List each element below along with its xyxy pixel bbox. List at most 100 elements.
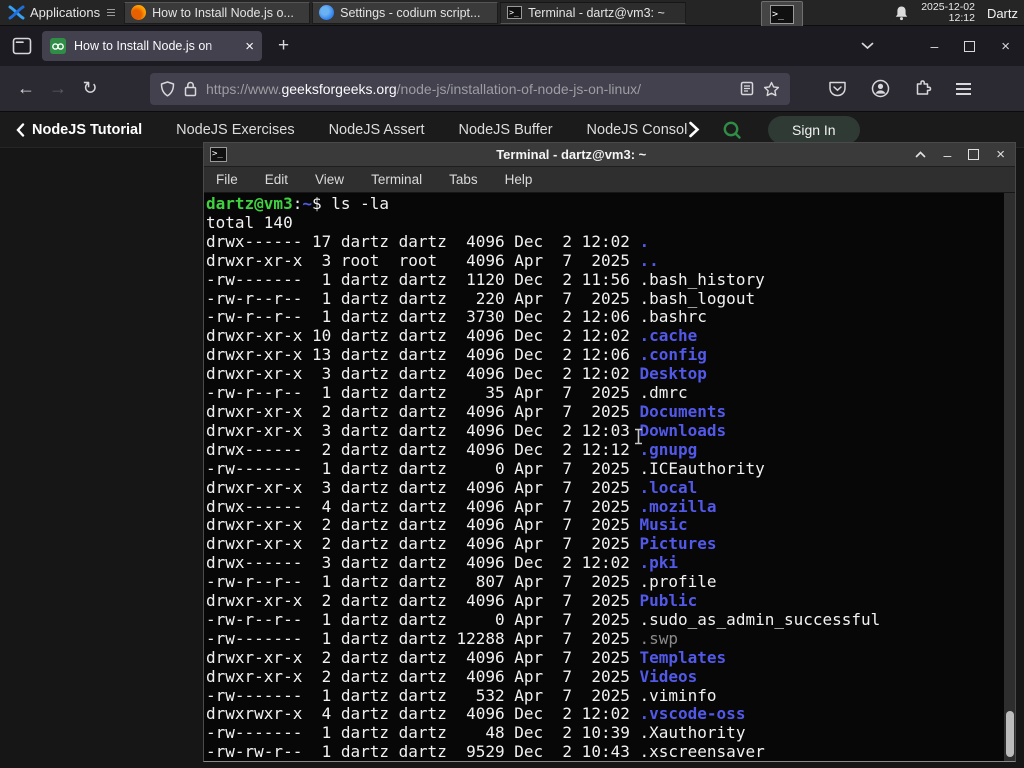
window-controls: – × bbox=[861, 26, 1024, 66]
nav-link-nodejs-exercises[interactable]: NodeJS Exercises bbox=[176, 122, 294, 138]
terminal-line: drwx------ 3 dartz dartz 4096 Dec 2 12:0… bbox=[206, 553, 679, 573]
terminal-launcher[interactable]: >_ bbox=[761, 1, 803, 27]
terminal-menu-tabs[interactable]: Tabs bbox=[449, 172, 478, 187]
terminal-line: drwxr-xr-x 3 dartz dartz 4096 Dec 2 12:0… bbox=[206, 364, 707, 384]
nav-link-nodejs-buffer[interactable]: NodeJS Buffer bbox=[459, 122, 553, 138]
directory-name: Public bbox=[639, 591, 698, 611]
directory-name: Downloads bbox=[639, 420, 727, 440]
file-name: .Xauthority bbox=[639, 723, 746, 743]
taskbar-window-label: Settings - codium script... bbox=[340, 5, 481, 20]
pocket-icon[interactable] bbox=[828, 80, 847, 98]
lock-icon[interactable] bbox=[184, 81, 197, 97]
terminal-line: -rw------- 1 dartz dartz 48 Dec 2 10:39 … bbox=[206, 723, 746, 743]
nav-link-nodejs-tutorial[interactable]: NodeJS Tutorial bbox=[16, 122, 142, 138]
bookmark-star-icon[interactable] bbox=[763, 81, 780, 97]
clock-time: 12:12 bbox=[948, 12, 975, 24]
directory-name: Pictures bbox=[639, 534, 717, 554]
terminal-line: drwxr-xr-x 10 dartz dartz 4096 Dec 2 12:… bbox=[206, 326, 698, 346]
reload-button[interactable]: ↻ bbox=[74, 78, 106, 99]
directory-name: . bbox=[639, 231, 650, 251]
terminal-icon: >_ bbox=[770, 4, 794, 24]
terminal-line: drwx------ 2 dartz dartz 4096 Dec 2 12:1… bbox=[206, 439, 698, 459]
account-icon[interactable] bbox=[871, 79, 890, 98]
close-button[interactable]: × bbox=[996, 147, 1005, 162]
tracking-shield-icon[interactable] bbox=[160, 80, 175, 97]
close-button[interactable]: × bbox=[1001, 39, 1010, 54]
terminal-line: drwxr-xr-x 3 dartz dartz 4096 Apr 7 2025… bbox=[206, 477, 698, 497]
applications-menu-icon bbox=[107, 9, 116, 16]
terminal-menubar: File Edit View Terminal Tabs Help bbox=[204, 167, 1015, 193]
terminal-line: -rw-r--r-- 1 dartz dartz 35 Apr 7 2025 .… bbox=[206, 383, 688, 403]
shade-button[interactable] bbox=[915, 151, 926, 158]
terminal-menu-view[interactable]: View bbox=[315, 172, 344, 187]
terminal-line: drwxr-xr-x 2 dartz dartz 4096 Apr 7 2025… bbox=[206, 591, 698, 611]
file-name: .ICEauthority bbox=[639, 458, 765, 478]
desktop: Applications How to Install Node.js o...… bbox=[0, 0, 1024, 768]
taskbar-window-firefox[interactable]: How to Install Node.js o... bbox=[124, 1, 311, 24]
file-name: .bash_logout bbox=[639, 288, 756, 308]
terminal-line: drwxr-xr-x 3 root root 4096 Apr 7 2025 .… bbox=[206, 250, 659, 270]
terminal-menu-edit[interactable]: Edit bbox=[265, 172, 288, 187]
url-text[interactable]: https://www.geeksforgeeks.org/node-js/in… bbox=[206, 81, 731, 97]
codium-icon bbox=[319, 5, 335, 20]
nav-link-nodejs-assert[interactable]: NodeJS Assert bbox=[329, 122, 425, 138]
firefox-view-icon[interactable] bbox=[12, 37, 32, 55]
notification-bell-icon[interactable] bbox=[894, 5, 909, 21]
file-name: .bashrc bbox=[639, 307, 707, 327]
terminal-line: drwx------ 4 dartz dartz 4096 Apr 7 2025… bbox=[206, 496, 717, 516]
minimize-button[interactable]: – bbox=[943, 147, 951, 163]
file-name: .xscreensaver bbox=[639, 742, 765, 761]
prompt-user-host: dartz@vm3 bbox=[206, 194, 293, 213]
tab-close-icon[interactable]: × bbox=[245, 39, 254, 54]
terminal-content[interactable]: dartz@vm3:~$ ls -la total 140 drwx------… bbox=[204, 193, 1015, 761]
terminal-menu-file[interactable]: File bbox=[216, 172, 238, 187]
directory-name: Music bbox=[639, 515, 688, 535]
url-bar[interactable]: https://www.geeksforgeeks.org/node-js/in… bbox=[150, 72, 790, 105]
terminal-menu-terminal[interactable]: Terminal bbox=[371, 172, 422, 187]
directory-name: Templates bbox=[639, 647, 727, 667]
taskbar-window-label: How to Install Node.js o... bbox=[152, 5, 294, 20]
terminal-listing: drwx------ 17 dartz dartz 4096 Dec 2 12:… bbox=[206, 231, 1015, 761]
directory-name: .config bbox=[639, 345, 707, 365]
terminal-line: drwxr-xr-x 2 dartz dartz 4096 Apr 7 2025… bbox=[206, 666, 698, 686]
maximize-button[interactable] bbox=[968, 149, 980, 160]
terminal-window: >_ Terminal - dartz@vm3: ~ – × File Edit V… bbox=[203, 142, 1016, 762]
url-path: /node-js/installation-of-node-js-on-linu… bbox=[396, 80, 641, 97]
terminal-line: drwxr-xr-x 2 dartz dartz 4096 Apr 7 2025… bbox=[206, 534, 717, 554]
file-name: .dmrc bbox=[639, 383, 688, 403]
distro-logo-icon bbox=[8, 5, 25, 20]
nav-scroll-right-chevron-icon[interactable] bbox=[688, 121, 700, 138]
terminal-titlebar[interactable]: >_ Terminal - dartz@vm3: ~ – × bbox=[204, 143, 1015, 167]
user-menu[interactable]: Dartz bbox=[987, 6, 1018, 21]
terminal-line: -rw------- 1 dartz dartz 532 Apr 7 2025 … bbox=[206, 685, 717, 705]
terminal-line: drwxr-xr-x 3 dartz dartz 4096 Dec 2 12:0… bbox=[206, 420, 727, 440]
nav-link-nodejs-console[interactable]: NodeJS Console bbox=[587, 122, 688, 138]
sign-in-button[interactable]: Sign In bbox=[768, 115, 860, 144]
minimize-button[interactable]: – bbox=[930, 38, 938, 54]
forward-button[interactable]: → bbox=[42, 78, 74, 99]
clock[interactable]: 2025-12-02 12:12 bbox=[921, 2, 975, 24]
back-button[interactable]: ← bbox=[10, 78, 42, 99]
directory-name: .cache bbox=[639, 326, 698, 346]
terminal-scrollbar[interactable] bbox=[1004, 193, 1015, 761]
directory-name: .local bbox=[639, 477, 698, 497]
extensions-puzzle-icon[interactable] bbox=[914, 79, 932, 98]
directory-name: .vscode-oss bbox=[639, 704, 746, 724]
taskbar-window-terminal[interactable]: >_ Terminal - dartz@vm3: ~ bbox=[500, 1, 687, 24]
maximize-button[interactable] bbox=[964, 40, 976, 52]
reader-mode-icon[interactable] bbox=[740, 81, 754, 96]
search-icon[interactable] bbox=[722, 120, 742, 140]
menu-hamburger-icon[interactable] bbox=[956, 82, 971, 95]
terminal-scrollbar-thumb[interactable] bbox=[1006, 711, 1014, 757]
new-tab-button[interactable]: + bbox=[278, 35, 289, 57]
terminal-title: Terminal - dartz@vm3: ~ bbox=[496, 147, 647, 162]
terminal-menu-help[interactable]: Help bbox=[505, 172, 533, 187]
top-panel: Applications How to Install Node.js o...… bbox=[0, 0, 1024, 27]
applications-menu-button[interactable]: Applications bbox=[0, 0, 123, 26]
file-name: .viminfo bbox=[639, 685, 717, 705]
taskbar-window-codium[interactable]: Settings - codium script... bbox=[312, 1, 499, 24]
prompt-cwd: ~ bbox=[302, 194, 312, 213]
list-tabs-chevron-icon[interactable] bbox=[861, 42, 874, 50]
browser-tab[interactable]: How to Install Node.js on × bbox=[42, 31, 262, 61]
directory-name: .mozilla bbox=[639, 496, 717, 516]
